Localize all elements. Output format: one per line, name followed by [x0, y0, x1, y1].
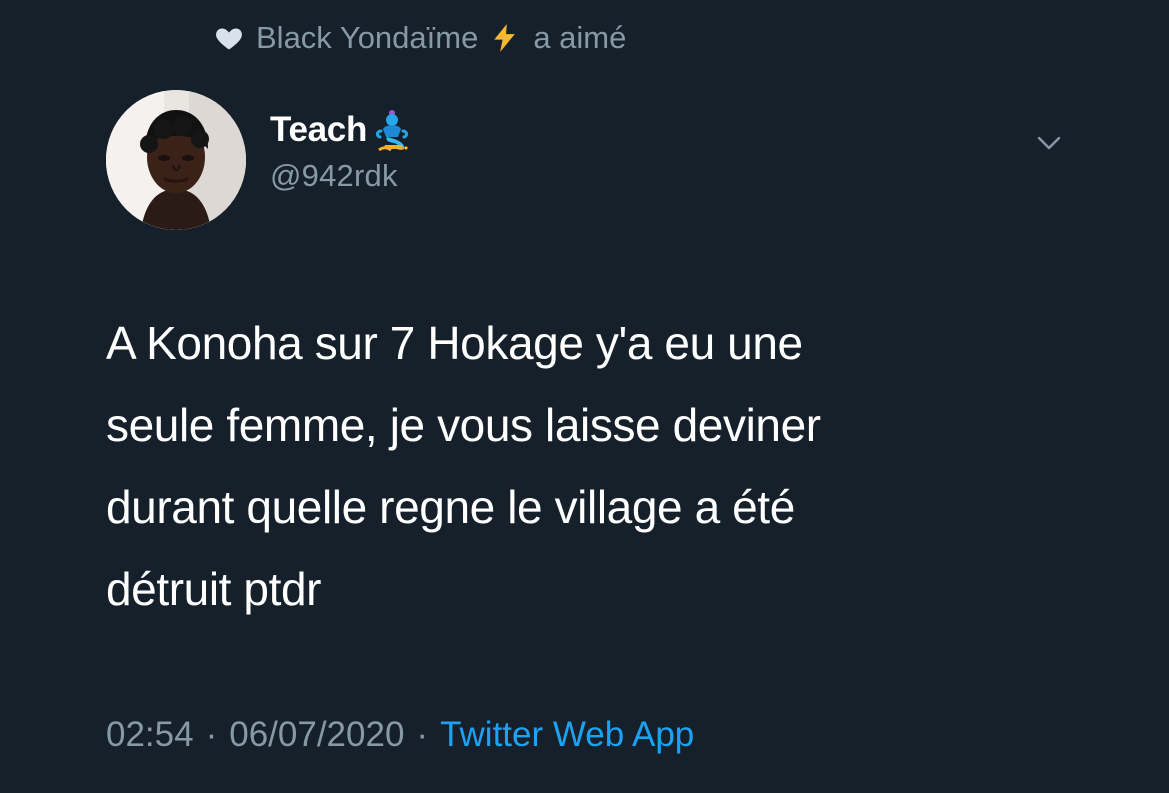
liked-by-name[interactable]: Black Yondaïme — [256, 20, 478, 56]
author-display-name[interactable]: Teach — [270, 110, 367, 150]
genie-emoji-icon — [375, 108, 411, 152]
meta-separator: · — [205, 715, 218, 754]
chevron-down-icon[interactable] — [1031, 125, 1067, 161]
lightning-bolt-icon — [488, 21, 521, 55]
tweet-time[interactable]: 02:54 — [106, 715, 194, 755]
author-name-row[interactable]: Teach — [270, 108, 920, 152]
meta-separator: · — [416, 715, 429, 754]
avatar[interactable] — [106, 90, 246, 230]
heart-icon — [214, 23, 244, 53]
source-link[interactable]: Twitter Web App — [440, 715, 694, 755]
author-identity[interactable]: Teach @942rdk — [270, 108, 920, 194]
tweet-header: Teach @942rdk — [106, 90, 1066, 232]
author-handle[interactable]: @942rdk — [270, 158, 920, 194]
tweet-meta: 02:54 · 06/07/2020 · Twitter Web App — [106, 712, 694, 758]
liked-action-text: a aimé — [533, 20, 627, 55]
tweet-screen: { "liked_by": { "icon": "heart-icon", "n… — [0, 0, 1169, 793]
tweet-date[interactable]: 06/07/2020 — [229, 715, 404, 755]
liked-by-row[interactable]: Black Yondaïme a aimé — [214, 17, 626, 59]
tweet-text: A Konoha sur 7 Hokage y'a eu une seule f… — [106, 317, 821, 615]
